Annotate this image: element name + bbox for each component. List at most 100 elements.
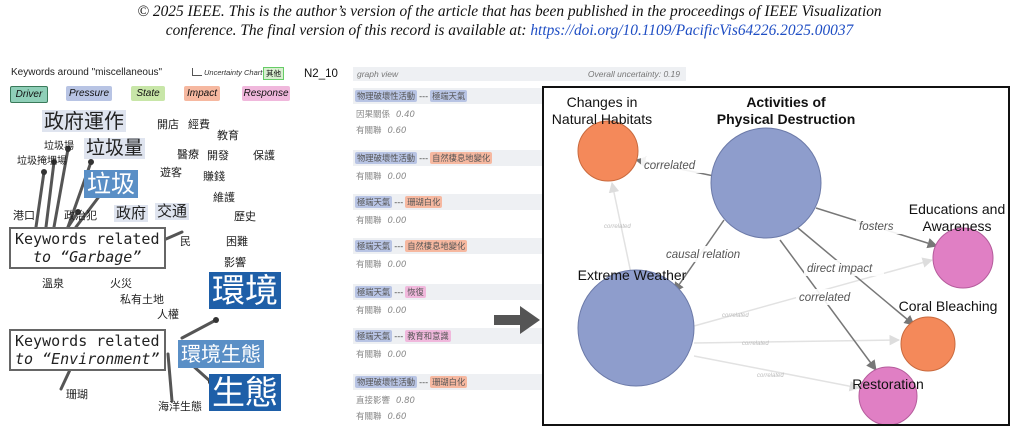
graph-view-bar[interactable]: graph view Overall uncertainty: 0.19 [353, 67, 686, 81]
relation-detail: 有關聯 0.00 [356, 260, 407, 270]
relation-item[interactable]: 物理破壞性活動 --- 自然棲息地變化 有關聯 0.00 [353, 150, 548, 182]
keyword-highlight[interactable]: 環境生態 [178, 340, 264, 368]
relation-target-tag: 極端天氣 [430, 90, 468, 102]
keyword[interactable]: 交通 [155, 203, 190, 220]
node-label-coral-bleaching: Coral Bleaching [899, 298, 998, 314]
keyword[interactable]: 溫泉 [42, 278, 64, 289]
keyword[interactable]: 政府 [114, 205, 149, 222]
keyword[interactable]: 私有土地 [120, 294, 164, 305]
relation-target-tag: 自然棲息地變化 [405, 240, 468, 252]
relation-detail: 有關聯 0.60 [356, 126, 407, 136]
copyright-line-1: © 2025 IEEE. This is the author’s versio… [137, 3, 882, 20]
node-label-natural-habitats-1: Changes in [567, 94, 638, 110]
callout-environment-line-1: Keywords related [15, 332, 160, 350]
keyword[interactable]: 遊客 [160, 167, 182, 178]
edge-label-faint: correlated [604, 224, 631, 230]
keyword[interactable]: 困難 [226, 236, 248, 247]
keyword[interactable]: 教育 [217, 130, 239, 141]
arrow-right-icon [494, 306, 540, 334]
keyword[interactable]: 賺錢 [203, 171, 225, 182]
graph-view-label: graph view [357, 69, 399, 79]
relation-target-tag: 珊瑚白化 [405, 196, 443, 208]
relation-source-tag: 物理破壞性活動 [355, 152, 418, 164]
edge-label-direct-impact: direct impact [807, 263, 873, 275]
node-label-physical-destruction-2: Physical Destruction [717, 111, 856, 127]
edge-label-correlated-2: correlated [799, 292, 851, 304]
relation-source-tag: 物理破壞性活動 [355, 90, 418, 102]
relation-target-tag: 恢復 [405, 286, 426, 298]
edge-label-faint: correlated [742, 341, 769, 347]
callout-garbage-line-1: Keywords related [15, 230, 160, 248]
keyword[interactable]: 垃圾場 [44, 142, 74, 152]
relation-detail: 因果關係 0.40 [356, 110, 415, 120]
keyword[interactable]: 維護 [213, 192, 235, 203]
relation-source-tag: 極端天氣 [355, 286, 393, 298]
node-education [932, 227, 994, 289]
keyword[interactable]: 垃圾掩埋場 [17, 157, 67, 167]
relation-item[interactable]: 極端天氣 --- 珊瑚白化 有關聯 0.00 [353, 194, 548, 226]
doi-link[interactable]: https://doi.org/10.1109/PacificVis64226.… [530, 22, 853, 39]
relation-source-tag: 極端天氣 [355, 330, 393, 342]
relation-source-tag: 極端天氣 [355, 196, 393, 208]
keyword-highlight[interactable]: 生態 [209, 374, 281, 411]
keyword[interactable]: 保護 [253, 150, 275, 161]
edge-faint [693, 334, 901, 346]
edge-label-fosters: fosters [859, 221, 894, 233]
keyword-highlight[interactable]: 垃圾 [84, 170, 138, 198]
edge-faint [608, 181, 633, 279]
keyword[interactable]: 垃圾量 [84, 138, 146, 159]
node-physical-destruction [710, 127, 822, 239]
edge-label-correlated: correlated [644, 160, 696, 172]
node-label-natural-habitats-2: Natural Habitats [552, 111, 652, 127]
keyword[interactable]: 民 [180, 236, 191, 247]
relation-detail: 有關聯 0.00 [356, 350, 407, 360]
relation-source-tag: 物理破壞性活動 [355, 376, 418, 388]
relation-source-tag: 極端天氣 [355, 240, 393, 252]
callout-garbage: Keywords related to “Garbage” [9, 227, 166, 269]
edge-label-faint: correlated [757, 373, 784, 379]
copyright-line-2: conference. The final version of this re… [0, 21, 1019, 40]
overall-uncertainty: Overall uncertainty: 0.19 [587, 69, 680, 79]
keyword[interactable]: 珊瑚 [66, 389, 88, 400]
keyword[interactable]: 開店 [157, 119, 179, 130]
node-label-extreme-weather: Extreme Weather [578, 267, 687, 283]
edge-faint [693, 355, 861, 392]
callout-environment: Keywords related to “Environment” [9, 329, 166, 371]
keyword[interactable]: 政府運作 [42, 110, 126, 132]
copyright-notice: © 2025 IEEE. This is the author’s versio… [0, 2, 1019, 40]
keyword[interactable]: 影響 [224, 257, 246, 268]
keyword[interactable]: 海洋生態 [158, 401, 202, 412]
keyword[interactable]: 港口 [13, 210, 35, 221]
keyword[interactable]: 開發 [207, 150, 229, 161]
relation-detail: 有關聯 0.00 [356, 216, 407, 226]
node-coral-bleaching [900, 316, 956, 372]
edge-direct-impact [797, 227, 915, 326]
keyword[interactable]: 火災 [110, 278, 132, 289]
callout-garbage-line-2: to “Garbage” [33, 248, 142, 266]
node-label-education-1: Educations and [909, 201, 1006, 217]
relation-graph-svg: correlated correlated correlated correla… [552, 94, 1006, 424]
relation-detail: 有關聯 0.00 [356, 172, 407, 182]
edge-label-causal: causal relation [666, 249, 740, 261]
relation-target-tag: 自然棲息地變化 [430, 152, 493, 164]
keyword-highlight[interactable]: 環境 [209, 272, 281, 309]
copyright-line-2-text: conference. The final version of this re… [165, 22, 531, 39]
edge-label-faint: correlated [722, 313, 749, 319]
relation-target-tag: 教育和意識 [405, 330, 451, 342]
node-label-restoration: Restoration [852, 376, 924, 392]
relation-detail: 直接影響 0.80 [356, 396, 415, 406]
node-label-physical-destruction-1: Activities of [746, 94, 826, 110]
keyword[interactable]: 政治犯 [64, 210, 97, 221]
node-extreme-weather [577, 269, 695, 387]
relation-target-tag: 珊瑚白化 [430, 376, 468, 388]
relation-item[interactable]: 極端天氣 --- 自然棲息地變化 有關聯 0.00 [353, 238, 548, 270]
node-natural-habitats [577, 120, 639, 182]
relation-item[interactable]: 物理破壞性活動 --- 珊瑚白化 直接影響 0.80 有關聯 0.60 [353, 374, 548, 422]
keyword-cloud-panel: Keywords around "miscellaneous" Uncertai… [6, 64, 292, 432]
relation-item[interactable]: 物理破壞性活動 --- 極端天氣 因果關係 0.40 有關聯 0.60 [353, 88, 548, 136]
callout-environment-line-2: to “Environment” [15, 350, 160, 368]
keyword[interactable]: 經費 [188, 119, 210, 130]
keyword[interactable]: 醫療 [177, 149, 199, 160]
keyword[interactable]: 人權 [157, 309, 179, 320]
keyword[interactable]: 歷史 [234, 211, 256, 222]
